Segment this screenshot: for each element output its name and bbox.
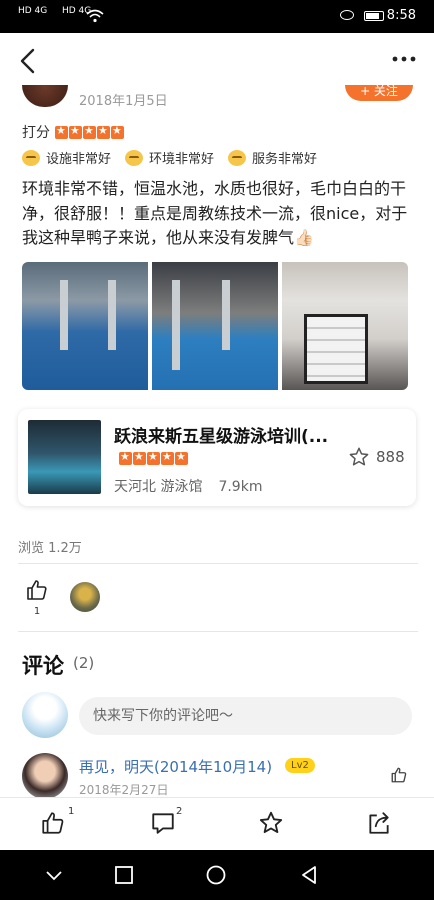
comments-count: (2) xyxy=(73,654,95,672)
comment-action-button[interactable]: 2 xyxy=(150,806,190,840)
liker-avatar[interactable] xyxy=(70,582,100,612)
follow-button[interactable]: + 关注 xyxy=(345,85,413,101)
star-icon xyxy=(83,124,96,139)
eye-comfort-icon xyxy=(340,10,354,20)
star-icon xyxy=(133,450,146,465)
star-icon xyxy=(175,450,188,465)
venue-meta: 天河北 游泳馆 7.9km xyxy=(114,476,262,496)
smile-face-icon xyxy=(22,149,40,166)
wifi-icon xyxy=(86,8,104,27)
venue-thumbnail xyxy=(28,420,101,494)
system-nav-bar xyxy=(0,850,434,900)
venue-distance: 7.9km xyxy=(218,479,263,495)
bottom-action-bar: 1 2 xyxy=(0,797,434,850)
smile-face-icon xyxy=(125,149,144,166)
comment-action-count: 2 xyxy=(176,806,183,817)
pillar-shape xyxy=(222,280,230,350)
divider xyxy=(18,563,418,564)
venue-favorite-button[interactable]: 888 xyxy=(348,446,405,468)
rating-stars xyxy=(55,124,124,139)
header xyxy=(0,33,434,85)
tag-environment: 环境非常好 xyxy=(125,148,214,167)
like-button[interactable]: 1 xyxy=(22,578,52,617)
towel-shelf-photo[interactable] xyxy=(282,262,408,390)
comment-icon xyxy=(152,813,174,834)
thumbs-up-icon xyxy=(391,767,407,783)
star-outline-icon xyxy=(259,811,283,834)
star-icon xyxy=(119,450,132,465)
view-count: 浏览 1.2万 xyxy=(18,541,82,556)
avatar xyxy=(22,692,68,738)
thumbs-up-icon xyxy=(27,580,47,600)
tag-label: 设施非常好 xyxy=(46,152,112,167)
tag-facilities: 设施非常好 xyxy=(22,148,111,167)
like-count: 1 xyxy=(33,606,41,617)
comment-date: 2018年2月27日 xyxy=(79,783,169,797)
divider xyxy=(18,631,418,632)
pillar-shape xyxy=(172,280,180,370)
star-icon xyxy=(161,450,174,465)
chevron-left-icon xyxy=(20,48,35,74)
tag-label: 环境非常好 xyxy=(149,152,215,167)
star-icon xyxy=(69,124,82,139)
star-icon xyxy=(147,450,160,465)
comment-input[interactable] xyxy=(79,697,412,735)
battery-icon xyxy=(364,11,384,21)
clock: 8:58 xyxy=(386,8,416,23)
back-button[interactable] xyxy=(16,47,40,75)
star-icon xyxy=(55,124,68,139)
tag-label: 服务非常好 xyxy=(252,152,318,167)
more-button[interactable] xyxy=(390,47,418,71)
author-avatar[interactable] xyxy=(22,85,68,107)
pillar-shape xyxy=(60,280,68,350)
review-text: 环境非常不错，恒温水池，水质也很好，毛巾白白的干净，很舒服！！重点是周教练技术一… xyxy=(22,179,408,247)
nav-down-icon[interactable] xyxy=(44,867,64,887)
like-action-count: 1 xyxy=(68,806,75,817)
photo-gallery xyxy=(22,262,408,390)
venue-rating-stars xyxy=(119,450,188,465)
towel-shelf-shape xyxy=(304,314,368,384)
rating-row: 打分 xyxy=(22,122,124,142)
venue-title: 跃浪来斯五星级游泳培训(... xyxy=(114,427,329,447)
share-icon xyxy=(369,812,389,834)
pillar-shape xyxy=(108,280,116,350)
share-action-button[interactable] xyxy=(366,810,406,840)
smile-face-icon xyxy=(228,149,247,166)
rating-label: 打分 xyxy=(22,125,50,141)
review-tags: 设施非常好 环境非常好 服务非常好 xyxy=(22,148,331,167)
like-action-button[interactable]: 1 xyxy=(40,806,80,840)
nav-back-icon[interactable] xyxy=(300,865,318,889)
nav-home-icon[interactable] xyxy=(206,865,226,889)
status-bar: HD 4G HD 4G 8:58 xyxy=(0,0,434,33)
indoor-pool-photo[interactable] xyxy=(22,262,148,390)
star-icon xyxy=(97,124,110,139)
commenter-name[interactable]: 再见，明天(2014年10月14) xyxy=(79,756,272,777)
favorite-count: 888 xyxy=(376,448,405,466)
star-outline-icon xyxy=(349,447,369,466)
thumbs-up-icon xyxy=(42,812,64,834)
venue-card[interactable]: 跃浪来斯五星级游泳培训(... 天河北 游泳馆 7.9km 888 xyxy=(18,409,416,506)
commenter-avatar[interactable] xyxy=(22,753,68,799)
nav-recents-icon[interactable] xyxy=(115,866,133,888)
star-icon xyxy=(111,124,124,139)
level-badge: Lv2 xyxy=(285,758,315,773)
comments-title: 评论 xyxy=(22,654,64,678)
signal-sim1: HD 4G xyxy=(18,6,48,16)
indoor-pool-photo[interactable] xyxy=(152,262,278,390)
venue-area: 天河北 游泳馆 xyxy=(114,479,203,495)
ellipsis-icon xyxy=(392,56,416,62)
comment-like-button[interactable] xyxy=(390,766,408,788)
favorite-action-button[interactable] xyxy=(258,810,298,840)
post-date: 2018年1月5日 xyxy=(79,94,168,109)
tag-service: 服务非常好 xyxy=(228,148,317,167)
